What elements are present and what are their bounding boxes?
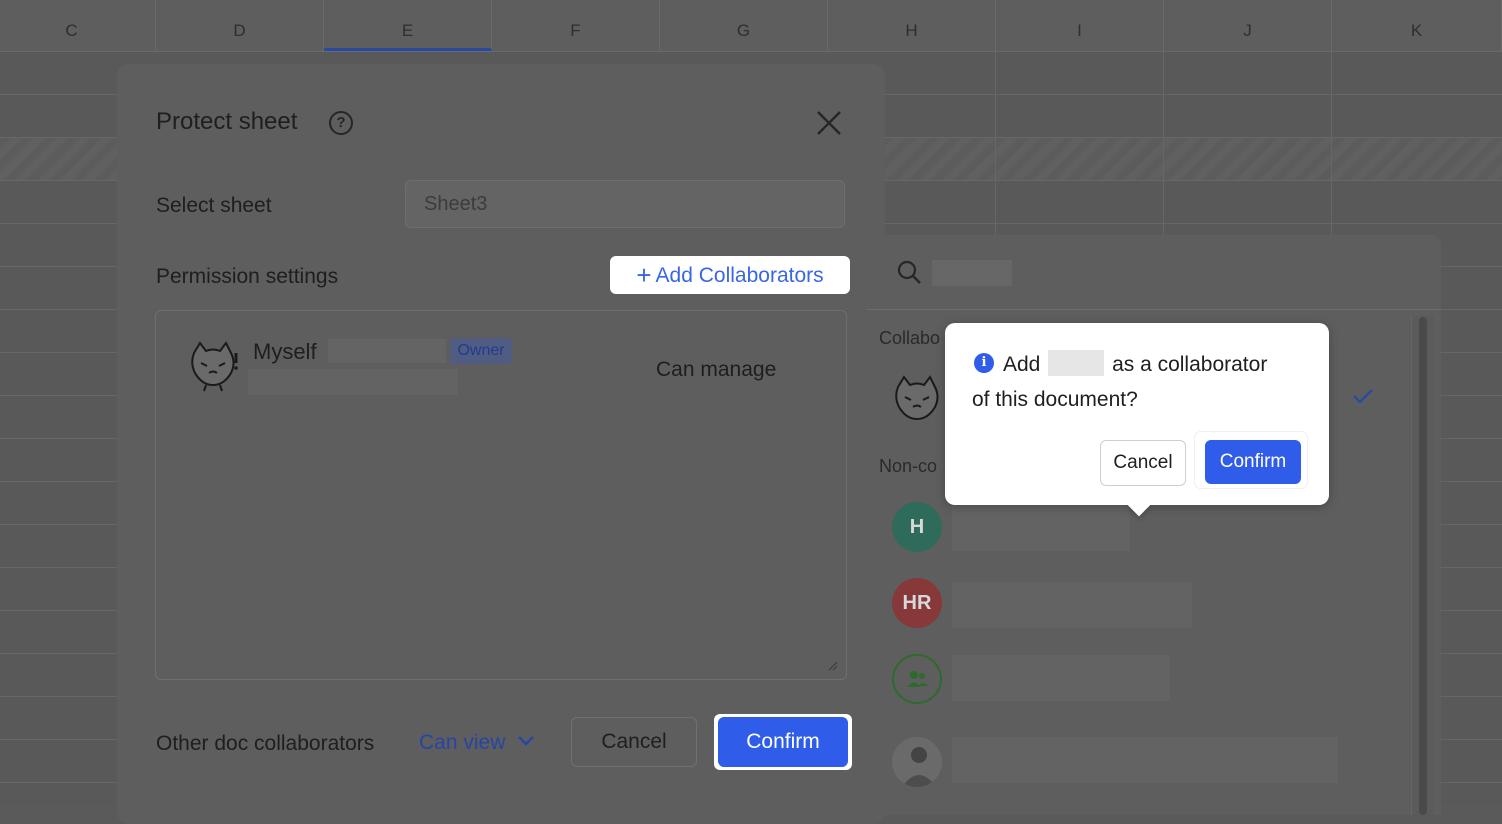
popover-message: Add as a collaborator of this document? [972, 347, 1312, 417]
column-header[interactable]: G [660, 0, 828, 51]
select-sheet-field[interactable]: Sheet3 [405, 180, 845, 228]
add-collaborators-button[interactable]: + Add Collaborators [610, 256, 850, 294]
owner-badge: Owner [450, 338, 512, 364]
redacted-name [1048, 350, 1105, 376]
cat-avatar-icon [191, 341, 238, 392]
confirm-button-highlight: Confirm [714, 714, 852, 770]
plus-icon: + [636, 260, 652, 290]
column-header[interactable]: F [492, 0, 660, 51]
cat-avatar-icon [895, 375, 939, 421]
chevron-down-icon [518, 736, 535, 746]
group-avatar[interactable] [892, 654, 942, 704]
message-part-3: of this document? [972, 388, 1138, 411]
cancel-button[interactable]: Cancel [571, 717, 697, 767]
owner-permission[interactable]: Can manage [656, 358, 776, 382]
redacted-user-row[interactable] [952, 737, 1338, 783]
column-header[interactable]: H [828, 0, 996, 51]
user-avatar[interactable]: H [892, 502, 942, 552]
column-header-active[interactable]: E [324, 0, 492, 51]
person-photo-icon [902, 747, 936, 787]
collaborators-section-label: Collabo [879, 328, 941, 348]
people-icon [907, 671, 928, 687]
popover-confirm-highlight: Confirm [1195, 432, 1307, 488]
search-input[interactable] [932, 260, 1012, 286]
resize-grip-icon[interactable] [828, 661, 838, 671]
redacted-email [248, 369, 458, 395]
column-header[interactable]: K [1332, 0, 1502, 51]
column-header[interactable]: C [0, 0, 156, 51]
owner-name: Myself [253, 339, 317, 364]
select-sheet-label: Select sheet [156, 194, 272, 217]
dialog-title: Protect sheet [156, 108, 298, 135]
question-circle-icon[interactable]: ? [329, 111, 353, 135]
other-collaborators-value: Can view [419, 731, 506, 754]
column-header-row: C D E F G H I J K [0, 0, 1502, 52]
other-collaborators-label: Other doc collaborators [156, 732, 375, 755]
permission-list: Myself Owner Can manage [155, 310, 847, 680]
user-photo-avatar[interactable] [892, 737, 942, 787]
close-icon[interactable] [814, 108, 844, 138]
column-header[interactable]: I [996, 0, 1164, 51]
message-part-2: as a collaborator [1112, 353, 1268, 376]
divider [866, 309, 1441, 310]
search-icon [897, 260, 921, 284]
redacted-name [328, 339, 446, 363]
scrollbar[interactable] [1411, 315, 1434, 815]
confirm-button[interactable]: Confirm [718, 717, 848, 767]
add-collaborator-popover: i Add as a collaborator of this document… [945, 323, 1329, 517]
redacted-user-row[interactable] [952, 655, 1170, 701]
popover-confirm-button[interactable]: Confirm [1205, 440, 1301, 484]
redacted-user-row[interactable] [952, 505, 1130, 551]
add-collaborators-label: Add Collaborators [655, 264, 824, 287]
user-avatar[interactable]: HR [892, 578, 942, 628]
column-header[interactable]: D [156, 0, 324, 51]
non-collaborators-section-label: Non-co [879, 456, 938, 476]
protect-sheet-dialog: Protect sheet ? Select sheet Sheet3 Perm… [117, 64, 885, 824]
collaborator-search-panel: Collabo Non-co H HR [866, 235, 1441, 815]
permission-settings-label: Permission settings [156, 265, 339, 288]
popover-cancel-button[interactable]: Cancel [1100, 440, 1186, 486]
redacted-user-row[interactable] [952, 582, 1192, 628]
message-part-1: Add [1003, 353, 1041, 376]
other-collaborators-dropdown[interactable]: Can view [419, 731, 535, 755]
scrollbar-thumb[interactable] [1419, 317, 1427, 815]
check-icon [1353, 389, 1373, 404]
column-header[interactable]: J [1164, 0, 1332, 51]
